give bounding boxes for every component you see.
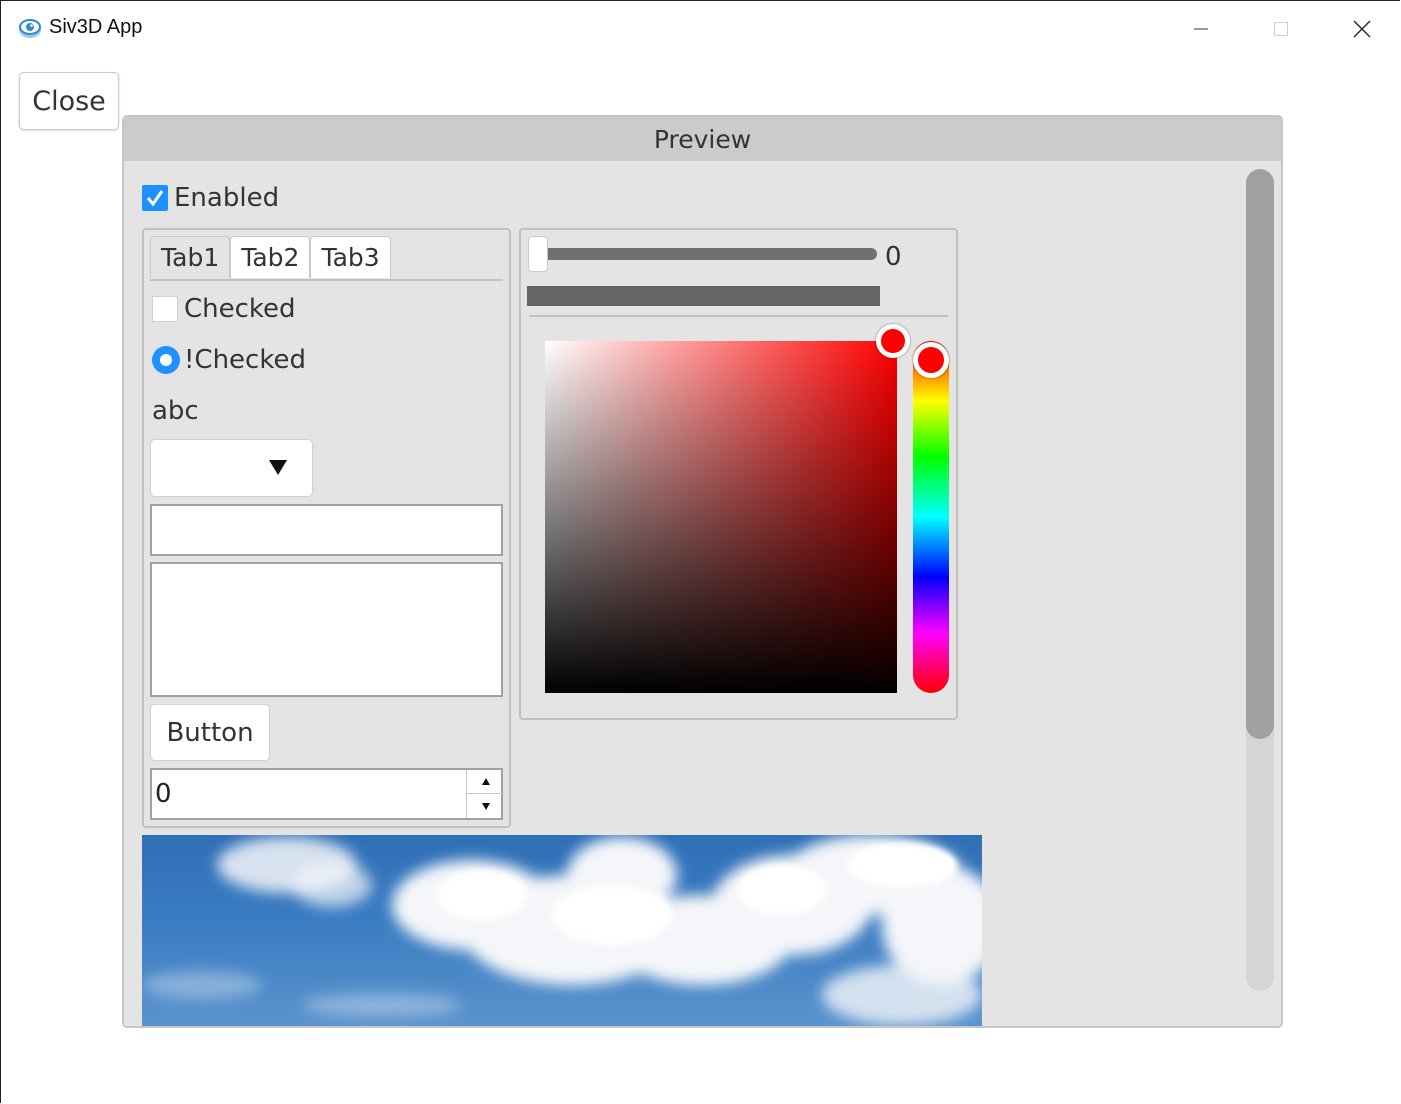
checked-checkbox[interactable]: Checked xyxy=(152,294,296,324)
color-saturation-value-area[interactable] xyxy=(545,341,897,693)
window-title: Siv3D App xyxy=(49,16,143,38)
tab-underline xyxy=(150,279,503,281)
radio-button[interactable]: !Checked xyxy=(152,345,306,375)
tab-bar: Tab1 Tab2 Tab3 xyxy=(150,236,391,278)
tab-2[interactable]: Tab2 xyxy=(230,236,311,278)
scrollbar-thumb[interactable] xyxy=(1246,169,1274,739)
text-area[interactable] xyxy=(150,562,503,697)
siv3d-app-icon xyxy=(18,17,42,39)
checkmark-icon[interactable] xyxy=(142,185,168,211)
enabled-label: Enabled xyxy=(174,183,280,213)
slider-value: 0 xyxy=(885,242,902,272)
radio-selected-icon[interactable] xyxy=(152,346,180,374)
tab-3[interactable]: Tab3 xyxy=(310,236,391,278)
hue-slider-handle[interactable] xyxy=(913,342,949,378)
window-close-button[interactable] xyxy=(1322,1,1401,57)
spin-down-button[interactable] xyxy=(467,794,504,818)
text-input[interactable] xyxy=(150,504,503,556)
enabled-checkbox[interactable]: Enabled xyxy=(142,183,279,213)
color-picker-handle[interactable] xyxy=(876,324,910,358)
minimize-button[interactable] xyxy=(1161,1,1241,57)
tab-1[interactable]: Tab1 xyxy=(150,236,231,278)
preview-panel: Preview Enabled Tab1 Tab2 Tab3 Checked !… xyxy=(122,115,1283,1028)
dropdown-arrow-icon xyxy=(269,460,287,475)
close-icon xyxy=(1353,20,1371,38)
slider-track[interactable] xyxy=(533,248,877,260)
progress-bar xyxy=(527,286,880,306)
color-group: 0 xyxy=(519,228,958,720)
dropdown-select[interactable] xyxy=(150,439,313,497)
radio-label: !Checked xyxy=(184,345,306,375)
maximize-button[interactable] xyxy=(1241,1,1321,57)
sky-clouds-image xyxy=(142,835,982,1026)
hue-slider[interactable] xyxy=(913,341,949,693)
vertical-scrollbar[interactable] xyxy=(1246,169,1274,991)
maximize-icon xyxy=(1274,22,1288,36)
close-button[interactable]: Close xyxy=(19,72,119,130)
checkbox-box[interactable] xyxy=(152,296,178,322)
down-arrow-icon xyxy=(481,802,490,810)
app-window: Siv3D App Close Preview Enabled Tab1 Tab… xyxy=(0,0,1401,1103)
spin-up-button[interactable] xyxy=(467,770,504,794)
slider-handle[interactable] xyxy=(528,236,548,272)
separator xyxy=(529,315,948,317)
spinbox-value[interactable]: 0 xyxy=(155,779,172,809)
widgets-group: Tab1 Tab2 Tab3 Checked !Checked abc Butt… xyxy=(142,228,511,828)
up-arrow-icon xyxy=(481,778,490,785)
minimize-icon xyxy=(1194,28,1208,30)
checkbox-label: Checked xyxy=(184,294,296,324)
spin-buttons xyxy=(466,770,504,818)
static-label: abc xyxy=(152,396,199,426)
preview-header: Preview xyxy=(124,117,1281,161)
plain-button[interactable]: Button xyxy=(150,704,270,761)
number-spinbox[interactable]: 0 xyxy=(150,768,504,820)
title-bar: Siv3D App xyxy=(1,1,1401,57)
